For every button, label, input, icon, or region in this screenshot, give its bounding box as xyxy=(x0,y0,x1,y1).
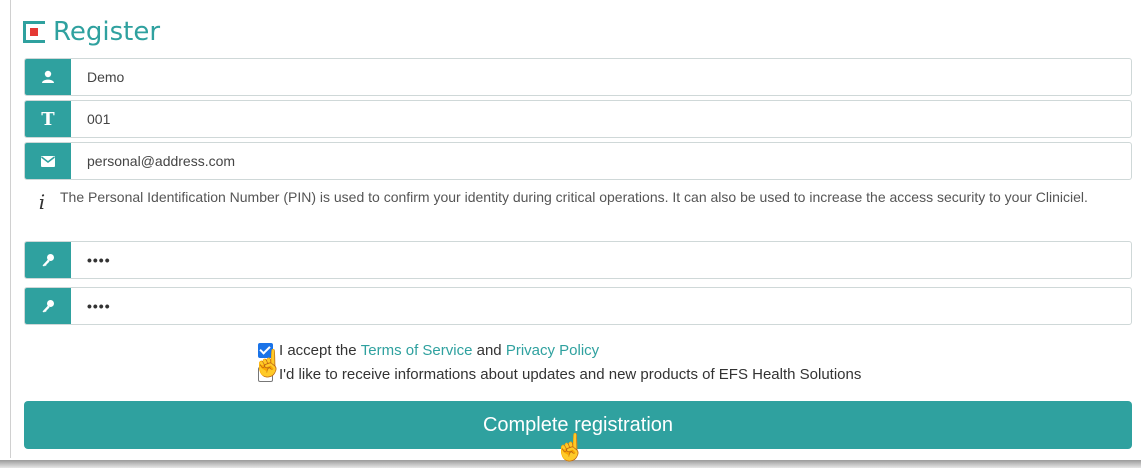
pin-input[interactable] xyxy=(71,242,1131,278)
id-input[interactable] xyxy=(71,101,1131,137)
pin-field xyxy=(24,241,1132,279)
pin-confirm-input[interactable] xyxy=(71,288,1131,324)
key-icon xyxy=(25,242,71,278)
key-icon xyxy=(25,288,71,324)
pin-info-text: The Personal Identification Number (PIN)… xyxy=(60,189,1088,205)
newsletter-row: I'd like to receive informations about u… xyxy=(258,362,861,386)
name-field xyxy=(24,58,1132,96)
pin-info: i The Personal Identification Number (PI… xyxy=(24,186,1124,214)
id-field: T xyxy=(24,100,1132,138)
terms-row: I accept the Terms of Service and Privac… xyxy=(258,338,861,362)
app-logo-icon xyxy=(23,21,45,43)
envelope-icon xyxy=(25,143,71,179)
hand-cursor-icon: ☝ xyxy=(252,348,285,378)
terms-and: and xyxy=(476,341,502,359)
terms-prefix: I accept the xyxy=(279,341,357,359)
text-t-icon: T xyxy=(25,101,71,137)
page-title: Register xyxy=(53,17,161,47)
name-input[interactable] xyxy=(71,59,1131,95)
email-input[interactable] xyxy=(71,143,1131,179)
terms-of-service-link[interactable]: Terms of Service xyxy=(361,342,473,359)
pin-confirm-field xyxy=(24,287,1132,325)
user-icon xyxy=(25,59,71,95)
newsletter-label: I'd like to receive informations about u… xyxy=(279,365,862,383)
hand-cursor-icon: ☝ xyxy=(554,432,587,462)
page-header: Register xyxy=(23,12,160,52)
privacy-policy-link[interactable]: Privacy Policy xyxy=(506,342,599,359)
email-field xyxy=(24,142,1132,180)
consent-group: I accept the Terms of Service and Privac… xyxy=(258,338,861,386)
info-icon: i xyxy=(38,190,46,214)
